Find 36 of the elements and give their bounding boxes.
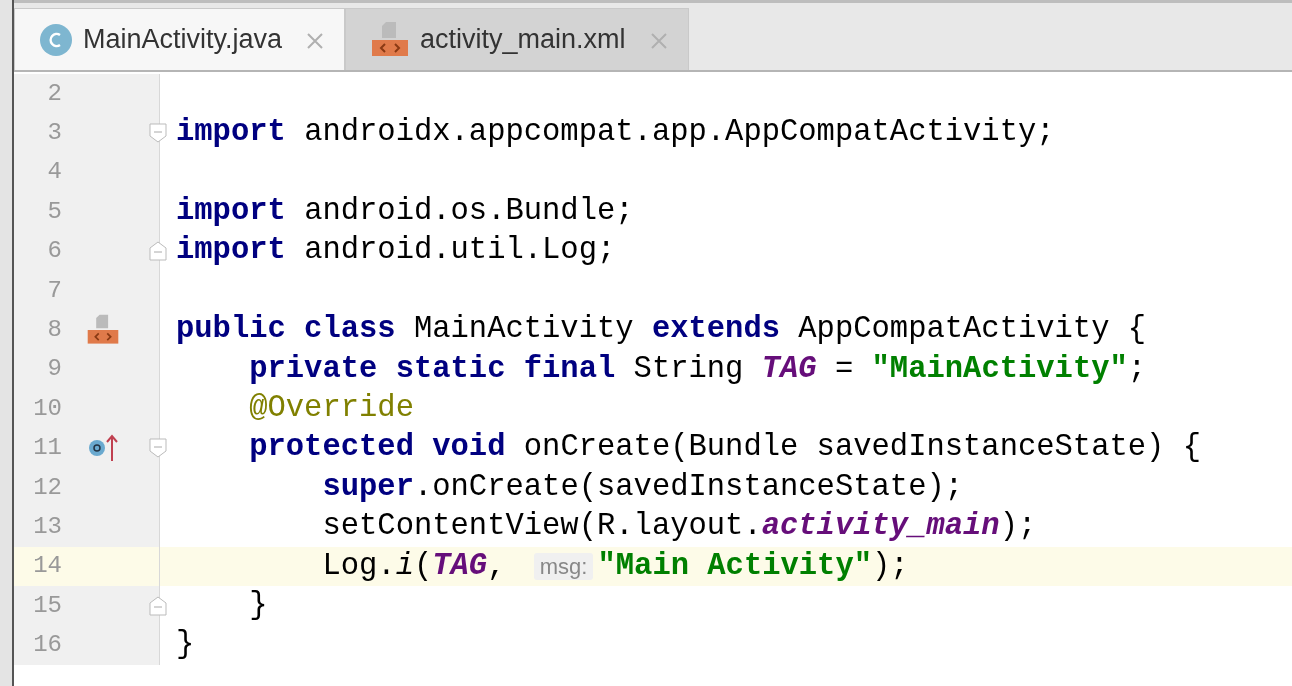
line-number: 4 [46,157,62,188]
code-line: private static final String TAG = "MainActivity"; [248,350,1147,388]
line-number: 10 [32,393,62,424]
fold-icon[interactable] [149,438,167,459]
code-line: import android.os.Bundle; [175,193,634,230]
line-number: 7 [46,275,62,306]
code-line: import androidx.appcompat.app.AppCompatActivity; [175,114,1055,152]
code-line: @Override [248,389,414,427]
fold-icon[interactable] [149,241,167,262]
override-icon [86,433,120,464]
line-number: 8 [46,315,62,346]
file-tab[interactable]: MainActivity.java [14,8,346,70]
fold-icon[interactable] [149,595,167,616]
code-line: } [248,586,268,624]
code-line: } [175,626,195,664]
line-number: 3 [46,118,62,149]
code-line: protected void onCreate(Bundle savedInstanceState) { [248,429,1201,467]
line-number: 6 [46,236,62,267]
line-number: 5 [46,196,62,227]
code-line: import android.util.Log; [175,232,616,270]
line-number: 9 [46,354,62,385]
code-line: setContentView(R.layout.activity_main); [321,508,1037,546]
line-number: 11 [32,433,62,464]
line-number: 16 [32,630,62,661]
code-line: public class MainActivity extends AppCompatActivity { [175,311,1147,349]
parameter-hint: msg: [533,552,594,580]
line-number: 15 [32,590,62,621]
line-number: 14 [32,551,62,582]
line-number: 12 [32,472,62,503]
line-number: 13 [32,512,62,542]
class-icon [39,22,73,57]
file-tab[interactable]: activity_main.xml [345,8,689,70]
line-number: 2 [46,78,62,109]
fold-icon[interactable] [149,123,167,144]
code-line: super.onCreate(savedInstanceState); [321,468,964,506]
code-line: Log.i(TAG, msg: "Main Activity"); [321,547,909,585]
